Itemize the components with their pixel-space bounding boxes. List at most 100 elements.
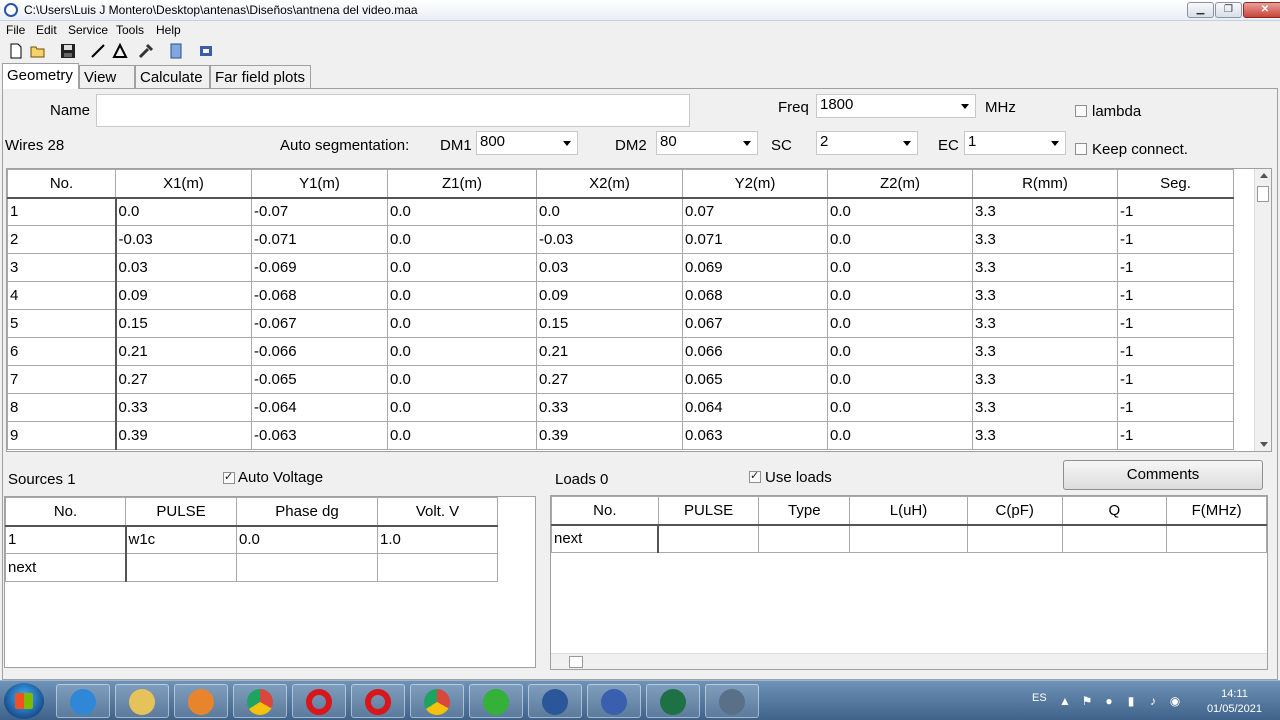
table-cell[interactable]: -1 <box>1117 225 1234 254</box>
row-number[interactable]: 9 <box>7 421 117 450</box>
table-cell[interactable] <box>758 524 851 553</box>
table-cell[interactable]: 0.33 <box>536 393 683 422</box>
table-cell[interactable]: -0.064 <box>251 393 388 422</box>
table-cell[interactable]: 0.27 <box>115 365 252 394</box>
table-cell[interactable]: -0.03 <box>115 225 252 254</box>
menu-tools[interactable]: Tools <box>116 23 144 37</box>
row-number[interactable]: 8 <box>7 393 117 422</box>
col-seg[interactable]: Seg. <box>1117 169 1234 199</box>
taskbar-app[interactable] <box>646 684 700 718</box>
table-cell[interactable]: 0.0 <box>827 281 973 310</box>
table-cell[interactable]: -1 <box>1117 197 1234 226</box>
table-cell[interactable]: -1 <box>1117 253 1234 282</box>
col-pulse[interactable]: PULSE <box>125 497 237 527</box>
table-cell[interactable]: 0.0 <box>387 337 537 366</box>
table-cell[interactable] <box>236 553 378 582</box>
clock[interactable]: 14:11 01/05/2021 <box>1207 687 1262 717</box>
table-cell[interactable]: 0.09 <box>536 281 683 310</box>
col-type[interactable]: Type <box>758 496 851 526</box>
flag-icon[interactable]: ⚑ <box>1080 694 1094 708</box>
table-cell[interactable]: 0.21 <box>115 337 252 366</box>
table-cell[interactable]: 0.39 <box>536 421 683 450</box>
draw-line-icon[interactable] <box>90 43 106 59</box>
table-cell[interactable]: 0.15 <box>536 309 683 338</box>
table-cell[interactable]: -0.065 <box>251 365 388 394</box>
tab-view[interactable]: View <box>79 65 135 88</box>
col-x1[interactable]: X1(m) <box>115 169 252 199</box>
table-cell[interactable]: -0.066 <box>251 337 388 366</box>
table-cell[interactable]: w1c <box>125 525 237 554</box>
table-cell[interactable]: 0.066 <box>682 337 828 366</box>
taskbar-app[interactable] <box>705 684 759 718</box>
table-cell[interactable]: 0.09 <box>115 281 252 310</box>
col-q[interactable]: Q <box>1061 496 1168 526</box>
table-cell[interactable]: 0.0 <box>827 393 973 422</box>
row-number[interactable]: next <box>551 524 660 553</box>
table-cell[interactable]: 0.0 <box>827 421 973 450</box>
col-z2[interactable]: Z2(m) <box>827 169 973 199</box>
col-pulse[interactable]: PULSE <box>657 496 760 526</box>
table-cell[interactable]: 1.0 <box>377 525 498 554</box>
table-cell[interactable]: 0.0 <box>827 253 973 282</box>
taskbar-app[interactable] <box>587 684 641 718</box>
menu-file[interactable]: File <box>6 23 25 37</box>
table-cell[interactable]: 3.3 <box>972 253 1118 282</box>
auto-voltage-checkbox[interactable] <box>223 470 235 484</box>
table-cell[interactable] <box>1061 524 1168 553</box>
table-cell[interactable]: 0.0 <box>387 309 537 338</box>
new-file-icon[interactable] <box>8 43 24 59</box>
table-cell[interactable]: 0.0 <box>236 525 378 554</box>
taskbar-app[interactable] <box>115 684 169 718</box>
comments-button[interactable]: Comments <box>1063 460 1263 490</box>
table-cell[interactable]: 3.3 <box>972 197 1118 226</box>
volume-icon[interactable]: ♪ <box>1146 694 1160 708</box>
table-cell[interactable]: 0.03 <box>115 253 252 282</box>
col-z1[interactable]: Z1(m) <box>387 169 537 199</box>
table-cell[interactable]: 0.0 <box>387 393 537 422</box>
table-cell[interactable]: 0.063 <box>682 421 828 450</box>
col-phase[interactable]: Phase dg <box>236 497 378 527</box>
table-cell[interactable]: -1 <box>1117 365 1234 394</box>
sc-select[interactable]: 2 <box>816 131 918 155</box>
row-number[interactable]: next <box>5 553 127 582</box>
table-cell[interactable] <box>657 524 760 553</box>
table-cell[interactable]: -0.069 <box>251 253 388 282</box>
col-l[interactable]: L(uH) <box>849 496 968 526</box>
table-cell[interactable]: 3.3 <box>972 421 1118 450</box>
col-volt[interactable]: Volt. V <box>377 497 498 527</box>
table-cell[interactable]: 3.3 <box>972 225 1118 254</box>
table-cell[interactable]: 3.3 <box>972 309 1118 338</box>
wires-vertical-scrollbar[interactable] <box>1254 169 1271 451</box>
table-cell[interactable]: 0.0 <box>827 365 973 394</box>
taskbar-app[interactable] <box>174 684 228 718</box>
table-cell[interactable]: -0.067 <box>251 309 388 338</box>
table-cell[interactable]: 0.0 <box>387 253 537 282</box>
lambda-checkbox[interactable] <box>1075 105 1087 117</box>
table-cell[interactable]: -1 <box>1117 393 1234 422</box>
table-cell[interactable]: 0.07 <box>682 197 828 226</box>
close-button[interactable]: ✕ <box>1243 2 1280 18</box>
table-cell[interactable]: -0.03 <box>536 225 683 254</box>
table-cell[interactable]: 3.3 <box>972 281 1118 310</box>
row-number[interactable]: 1 <box>7 197 117 226</box>
scroll-down-icon[interactable] <box>1260 442 1268 447</box>
language-indicator[interactable]: ES <box>1032 692 1047 704</box>
table-cell[interactable]: 0.0 <box>827 225 973 254</box>
table-cell[interactable]: -1 <box>1117 337 1234 366</box>
table-cell[interactable]: 0.0 <box>387 281 537 310</box>
dm1-select[interactable]: 800 <box>476 131 578 155</box>
scroll-up-icon[interactable] <box>1260 173 1268 178</box>
antenna-tool-icon[interactable] <box>198 43 214 59</box>
table-cell[interactable]: -0.068 <box>251 281 388 310</box>
table-cell[interactable]: 0.21 <box>536 337 683 366</box>
table-cell[interactable]: -0.063 <box>251 421 388 450</box>
col-c[interactable]: C(pF) <box>966 496 1063 526</box>
table-cell[interactable]: -1 <box>1117 309 1234 338</box>
table-cell[interactable]: -0.07 <box>251 197 388 226</box>
use-loads-checkbox[interactable] <box>749 469 761 483</box>
table-cell[interactable]: 0.0 <box>387 365 537 394</box>
taskbar-app[interactable] <box>233 684 287 718</box>
col-f[interactable]: F(MHz) <box>1166 496 1267 526</box>
table-cell[interactable]: 0.069 <box>682 253 828 282</box>
col-no[interactable]: No. <box>7 169 116 199</box>
